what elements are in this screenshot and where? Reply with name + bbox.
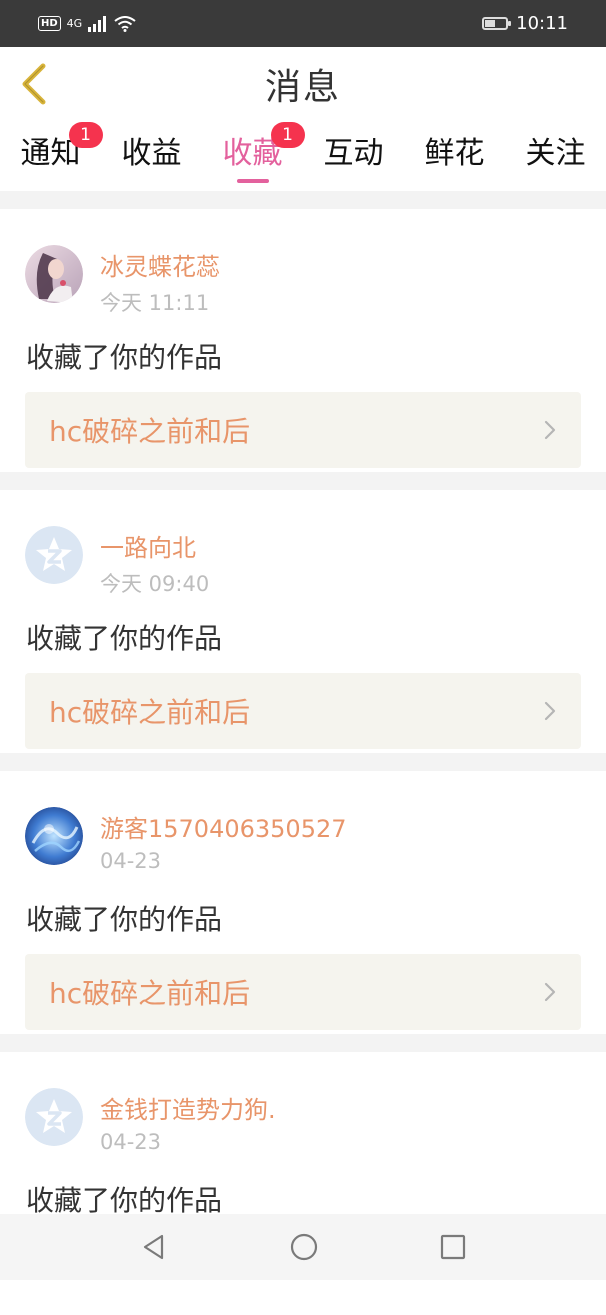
status-right: 10:11	[482, 13, 568, 34]
action-text: 收藏了你的作品	[26, 1179, 222, 1219]
user-avatar[interactable]	[25, 807, 83, 865]
status-left: HD 4G	[38, 16, 136, 32]
action-text: 收藏了你的作品	[26, 898, 222, 938]
work-title: hc破碎之前和后	[49, 410, 250, 450]
message-card: 游客1570406350527 04-23 收藏了你的作品 hc破碎之前和后	[0, 771, 606, 1034]
message-time: 04-23	[100, 1130, 161, 1154]
tab-3[interactable]: 互动	[303, 121, 404, 191]
page-title: 消息	[265, 58, 341, 110]
message-card: 一路向北今天 09:40 收藏了你的作品 hc破碎之前和后	[0, 490, 606, 753]
user-avatar[interactable]	[25, 245, 83, 303]
battery-icon	[482, 17, 508, 30]
work-link[interactable]: hc破碎之前和后	[25, 673, 581, 749]
user-name[interactable]: 金钱打造势力狗.	[100, 1090, 276, 1125]
action-text: 收藏了你的作品	[26, 336, 222, 376]
message-time: 04-23	[100, 849, 161, 873]
tab-label: 关注	[526, 136, 586, 171]
work-link[interactable]: hc破碎之前和后	[25, 954, 581, 1030]
tab-2[interactable]: 收藏1	[202, 121, 303, 191]
message-card: 冰灵蝶花蕊今天 11:11 收藏了你的作品 hc破碎之前和后	[0, 209, 606, 472]
user-avatar[interactable]	[25, 1088, 83, 1146]
tab-5[interactable]: 关注	[505, 121, 606, 191]
signal-icon	[88, 16, 108, 32]
tab-bar: 通知1 收益 收藏1 互动 鲜花 关注	[0, 121, 606, 191]
signal-label: 4G	[67, 17, 83, 30]
action-text: 收藏了你的作品	[26, 617, 222, 657]
work-title: hc破碎之前和后	[49, 691, 250, 731]
back-button[interactable]	[14, 61, 54, 107]
message-time: 今天 09:40	[100, 568, 209, 598]
active-tab-indicator	[237, 179, 269, 183]
tab-0[interactable]: 通知1	[0, 121, 101, 191]
tab-label: 互动	[324, 136, 384, 171]
chevron-left-icon	[19, 63, 49, 105]
tab-label: 鲜花	[425, 136, 485, 171]
user-avatar[interactable]	[25, 526, 83, 584]
back-triangle-icon[interactable]	[140, 1233, 168, 1261]
clock: 10:11	[516, 13, 568, 34]
work-title: hc破碎之前和后	[49, 972, 250, 1012]
feed-divider	[0, 191, 606, 209]
user-name[interactable]: 一路向北	[100, 528, 196, 563]
message-feed: 冰灵蝶花蕊今天 11:11收藏了你的作品hc破碎之前和后一路向北今天 09:40…	[0, 191, 606, 1315]
unread-badge: 1	[271, 122, 305, 148]
chevron-right-icon	[543, 419, 557, 441]
tab-label: 收益	[122, 136, 182, 171]
tab-1[interactable]: 收益	[101, 121, 202, 191]
tab-label: 通知1	[21, 136, 81, 171]
home-circle-icon[interactable]	[289, 1232, 319, 1262]
user-name[interactable]: 冰灵蝶花蕊	[100, 247, 220, 282]
chevron-right-icon	[543, 700, 557, 722]
header: 消息	[0, 47, 606, 122]
status-bar: HD 4G 10:11	[0, 0, 606, 47]
unread-badge: 1	[69, 122, 103, 148]
feed-divider	[0, 472, 606, 490]
feed-divider	[0, 753, 606, 771]
work-link[interactable]: hc破碎之前和后	[25, 392, 581, 468]
wifi-icon	[114, 16, 136, 32]
user-name[interactable]: 游客1570406350527	[100, 809, 347, 844]
feed-divider	[0, 1034, 606, 1052]
system-nav-bar	[0, 1214, 606, 1280]
recents-square-icon[interactable]	[440, 1234, 466, 1260]
chevron-right-icon	[543, 981, 557, 1003]
message-time: 今天 11:11	[100, 287, 209, 317]
tab-label: 收藏1	[223, 136, 283, 171]
tab-4[interactable]: 鲜花	[404, 121, 505, 191]
hd-indicator: HD	[38, 16, 61, 31]
